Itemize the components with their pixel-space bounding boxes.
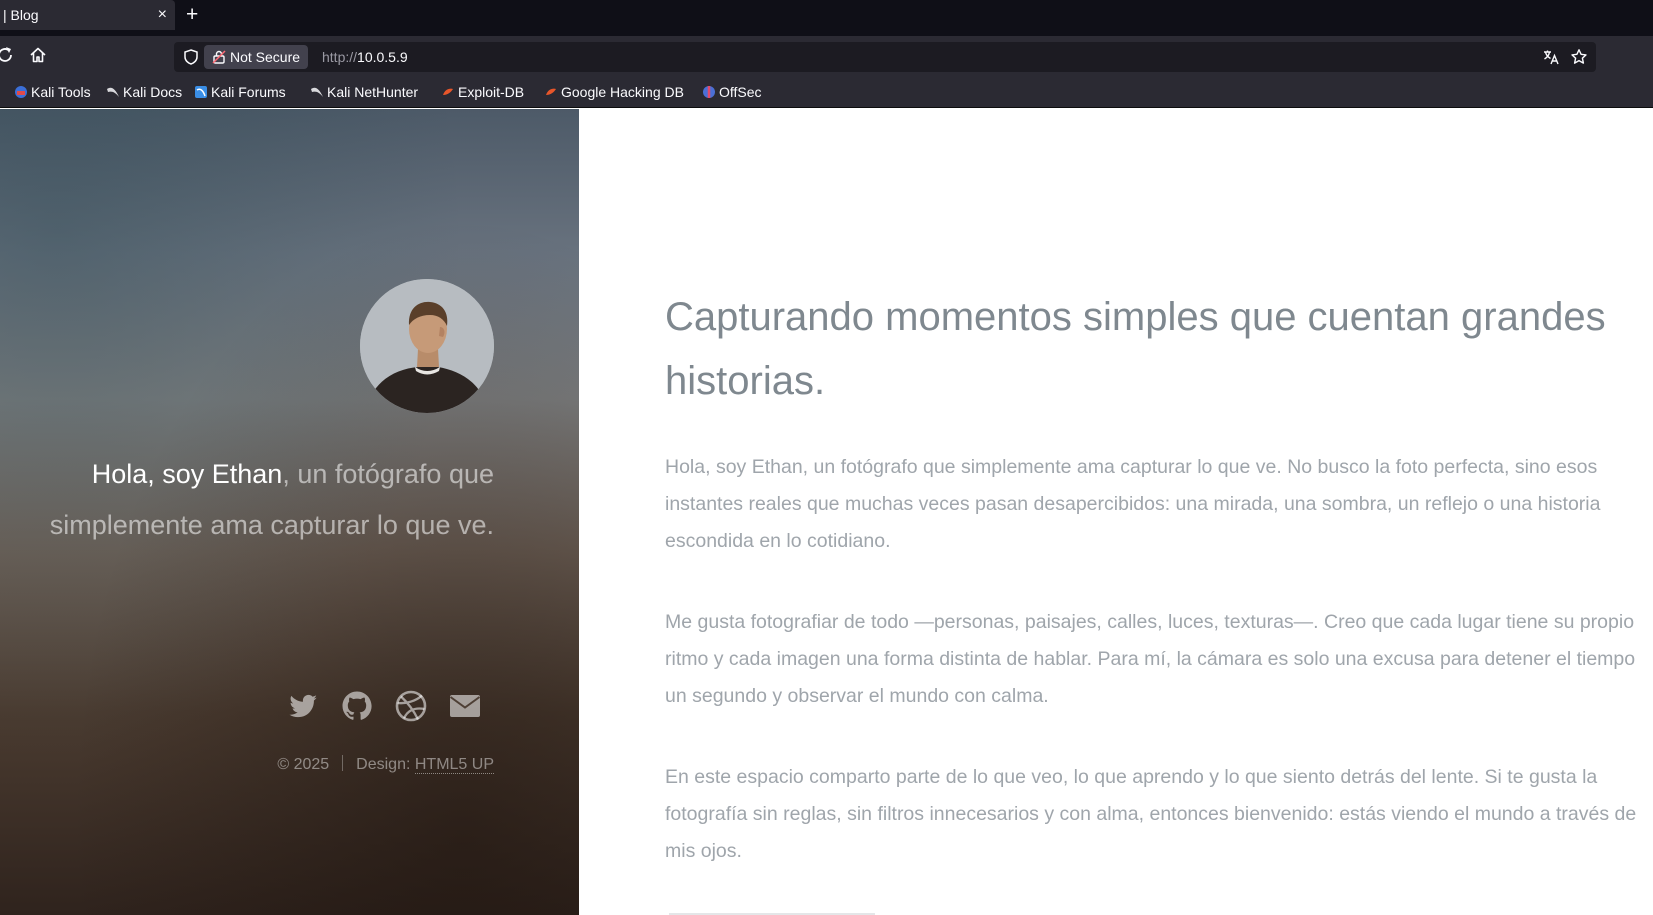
welcome-paragraph: En este espacio comparto parte de lo que… <box>665 766 1637 862</box>
bookmark-kali-docs[interactable]: Kali Docs <box>105 76 182 108</box>
url-host: 10.0.5.9 <box>357 49 408 65</box>
not-secure-label: Not Secure <box>230 49 301 65</box>
url-text[interactable]: http://10.0.5.9 <box>322 42 408 72</box>
kali-tools-icon <box>15 86 27 98</box>
design-label: Design: <box>356 756 415 773</box>
copyright-text: © 2025 <box>277 756 330 773</box>
site-security-indicator[interactable]: Not Secure <box>204 45 309 69</box>
bookmark-google-hacking-db[interactable]: Google Hacking DB <box>543 76 684 108</box>
avatar <box>360 279 494 413</box>
main-content: Capturando momentos simples que cuentan … <box>579 109 1653 915</box>
reload-icon[interactable] <box>0 44 16 66</box>
intro-paragraph: Hola, soy Ethan, un fotógrafo que simple… <box>665 456 1601 552</box>
page-title: Capturando momentos simples que cuentan … <box>665 295 1606 403</box>
bookmark-label: OffSec <box>719 84 762 100</box>
bookmark-label: Kali Tools <box>31 84 91 100</box>
navigation-toolbar: Not Secure http://10.0.5.9 <box>0 36 1653 76</box>
bookmark-offsec[interactable]: OffSec <box>701 76 762 108</box>
bookmark-label: Kali Docs <box>123 84 183 100</box>
tab-strip: | Blog × + <box>0 0 1653 36</box>
kali-forums-icon <box>195 86 207 98</box>
bookmark-label: Kali NetHunter <box>327 84 419 100</box>
tab-title: | Blog <box>3 7 39 23</box>
bookmark-kali-forums[interactable]: Kali Forums <box>193 76 286 108</box>
tracking-shield-icon[interactable] <box>182 48 200 66</box>
bookmark-label: Exploit-DB <box>458 84 525 100</box>
tab-close-icon[interactable]: × <box>158 0 167 30</box>
kali-docs-icon <box>107 87 119 97</box>
tab-blog[interactable]: | Blog × <box>0 0 175 30</box>
interests-paragraph: Me gusta fotografiar de todo —personas, … <box>665 611 1636 707</box>
envelope-icon[interactable] <box>448 689 482 723</box>
exploit-db-icon <box>443 88 453 95</box>
footer-divider <box>342 755 344 771</box>
dribbble-icon[interactable] <box>394 689 428 723</box>
new-tab-button[interactable]: + <box>186 2 198 28</box>
offsec-icon <box>703 86 715 98</box>
translate-icon[interactable] <box>1542 48 1560 66</box>
bookmark-kali-nethunter[interactable]: Kali NetHunter <box>309 76 418 108</box>
address-bar[interactable]: Not Secure http://10.0.5.9 <box>174 42 1596 72</box>
hero-sidebar: Hola, soy Ethan, un fotógrafo que simple… <box>0 109 579 915</box>
github-icon[interactable] <box>340 689 374 723</box>
bookmark-star-icon[interactable] <box>1570 48 1588 66</box>
kali-nethunter-icon <box>311 87 323 97</box>
home-icon[interactable] <box>27 44 49 66</box>
hero-footer: © 2025 Design: HTML5 UP <box>200 755 494 774</box>
twitter-icon[interactable] <box>286 689 320 723</box>
ghdb-icon <box>546 88 556 95</box>
url-scheme: http:// <box>322 49 358 65</box>
bookmark-label: Google Hacking DB <box>561 84 684 100</box>
social-links <box>286 689 496 725</box>
bookmarks-toolbar: Kali Tools Kali Docs Kali Forums Kali Ne… <box>0 76 1653 108</box>
bookmark-label: Kali Forums <box>211 84 286 100</box>
profile-photo <box>360 279 494 413</box>
bookmark-kali-tools[interactable]: Kali Tools <box>13 76 91 108</box>
bookmark-exploit-db[interactable]: Exploit-DB <box>440 76 524 108</box>
hero-intro-name: Hola, soy Ethan <box>91 459 283 489</box>
hero-intro: Hola, soy Ethan, un fotógrafo que simple… <box>20 449 494 551</box>
design-credit-link[interactable]: HTML5 UP <box>414 756 494 774</box>
insecure-lock-icon <box>212 50 226 64</box>
